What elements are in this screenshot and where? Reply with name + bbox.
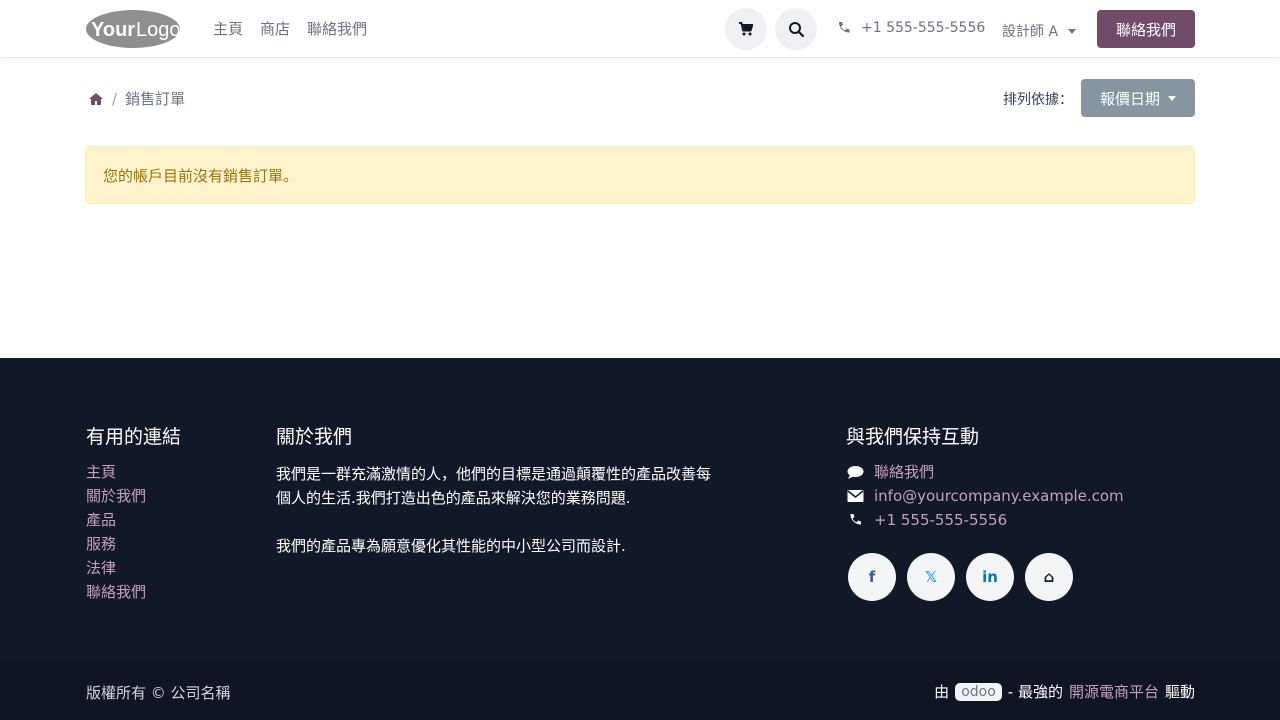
footer-contact: 聯絡我們 info@yourcompany.example.com +1 555… xyxy=(847,462,1124,530)
breadcrumb-current: 銷售訂單 xyxy=(125,90,186,108)
breadcrumb-separator: / xyxy=(112,89,118,108)
nav-item-contact[interactable]: 聯絡我們 xyxy=(307,18,367,39)
svg-text:Your: Your xyxy=(91,19,135,41)
footer-links: 主頁 關於我們 產品 服務 法律 聯絡我們 xyxy=(86,462,146,602)
linkedin-icon[interactable]: in xyxy=(966,553,1014,601)
ecommerce-link[interactable]: 開源電商平台 xyxy=(1069,681,1159,702)
copyright: 版權所有 © 公司名稱 xyxy=(86,684,231,702)
home-icon[interactable] xyxy=(88,92,104,106)
phone-icon xyxy=(850,514,861,525)
contact-chat-row[interactable]: 聯絡我們 xyxy=(847,462,1124,482)
about-paragraph-2: 我們的產品專為願意優化其性能的中小型公司而設計. xyxy=(276,537,626,555)
phone-text: +1 555-555-5556 xyxy=(861,20,986,36)
powered-by-prefix: 由 xyxy=(934,683,950,701)
powered-by-dash: - 最強的 xyxy=(1007,683,1063,701)
sort-value: 報價日期 xyxy=(1099,89,1160,108)
envelope-icon xyxy=(847,490,864,502)
search-icon xyxy=(789,22,804,37)
home-icon[interactable]: ⌂ xyxy=(1025,553,1073,601)
footer-about: 我們是一群充滿激情的人，他們的目標是通過顛覆性的產品改善每個人的生活.我們打造出… xyxy=(276,462,716,558)
header: Your Logo 主頁 商店 聯絡我們 +1 555-555-5556 設計師… xyxy=(0,0,1280,58)
footer-links-title: 有用的連結 xyxy=(86,426,182,448)
footer-link-about[interactable]: 關於我們 xyxy=(86,486,146,506)
footer-contact-title: 與我們保持互動 xyxy=(846,426,980,448)
social-links: f 𝕏 in ⌂ xyxy=(848,553,1073,601)
chevron-down-icon xyxy=(1068,28,1077,34)
contact-email-row[interactable]: info@yourcompany.example.com xyxy=(847,486,1124,506)
contact-chat-label: 聯絡我們 xyxy=(874,463,935,481)
cart-icon xyxy=(739,22,754,36)
footer-link-products[interactable]: 產品 xyxy=(86,510,146,530)
main-nav: 主頁 商店 聯絡我們 xyxy=(213,18,367,39)
contact-email: info@yourcompany.example.com xyxy=(874,487,1124,505)
powered-by: 由 odoo - 最強的 開源電商平台 驅動 xyxy=(934,681,1195,702)
footer-link-contact[interactable]: 聯絡我們 xyxy=(86,582,146,602)
about-paragraph-1: 我們是一群充滿激情的人，他們的目標是通過顛覆性的產品改善每個人的生活.我們打造出… xyxy=(276,465,712,507)
chevron-down-icon xyxy=(1168,95,1176,101)
alert-message: 您的帳戶目前沒有銷售訂單。 xyxy=(103,167,299,185)
svg-text:Logo: Logo xyxy=(136,19,181,41)
logo[interactable]: Your Logo xyxy=(85,9,181,49)
odoo-badge[interactable]: odoo xyxy=(955,682,1002,701)
nav-item-shop[interactable]: 商店 xyxy=(260,18,290,39)
footer: 有用的連結 主頁 關於我們 產品 服務 法律 聯絡我們 關於我們 我們是一群充滿… xyxy=(0,358,1280,662)
sort-dropdown[interactable]: 報價日期 xyxy=(1081,79,1195,117)
search-button[interactable] xyxy=(775,8,817,50)
bottom-bar: 版權所有 © 公司名稱 由 odoo - 最強的 開源電商平台 驅動 xyxy=(0,662,1280,720)
contact-phone-row[interactable]: +1 555-555-5556 xyxy=(847,510,1124,530)
footer-link-home[interactable]: 主頁 xyxy=(86,462,146,482)
x-icon[interactable]: 𝕏 xyxy=(907,553,955,601)
powered-by-suffix: 驅動 xyxy=(1164,683,1195,701)
designer-dropdown[interactable]: 設計師 A xyxy=(1002,21,1077,41)
phone-icon xyxy=(839,22,850,33)
footer-link-services[interactable]: 服務 xyxy=(86,534,146,554)
footer-link-legal[interactable]: 法律 xyxy=(86,558,146,578)
footer-about-title: 關於我們 xyxy=(276,426,353,448)
sort-label: 排列依據： xyxy=(1003,92,1073,108)
chat-icon xyxy=(847,465,864,479)
header-phone[interactable]: +1 555-555-5556 xyxy=(837,20,985,36)
nav-item-home[interactable]: 主頁 xyxy=(213,18,243,39)
empty-orders-alert: 您的帳戶目前沒有銷售訂單。 xyxy=(85,146,1195,204)
contact-us-button[interactable]: 聯絡我們 xyxy=(1097,10,1195,48)
designer-label: 設計師 A xyxy=(1002,24,1059,40)
cart-button[interactable] xyxy=(725,8,767,50)
contact-phone: +1 555-555-5556 xyxy=(874,511,1008,529)
facebook-icon[interactable]: f xyxy=(848,553,896,601)
breadcrumb: / 銷售訂單 xyxy=(88,88,185,109)
